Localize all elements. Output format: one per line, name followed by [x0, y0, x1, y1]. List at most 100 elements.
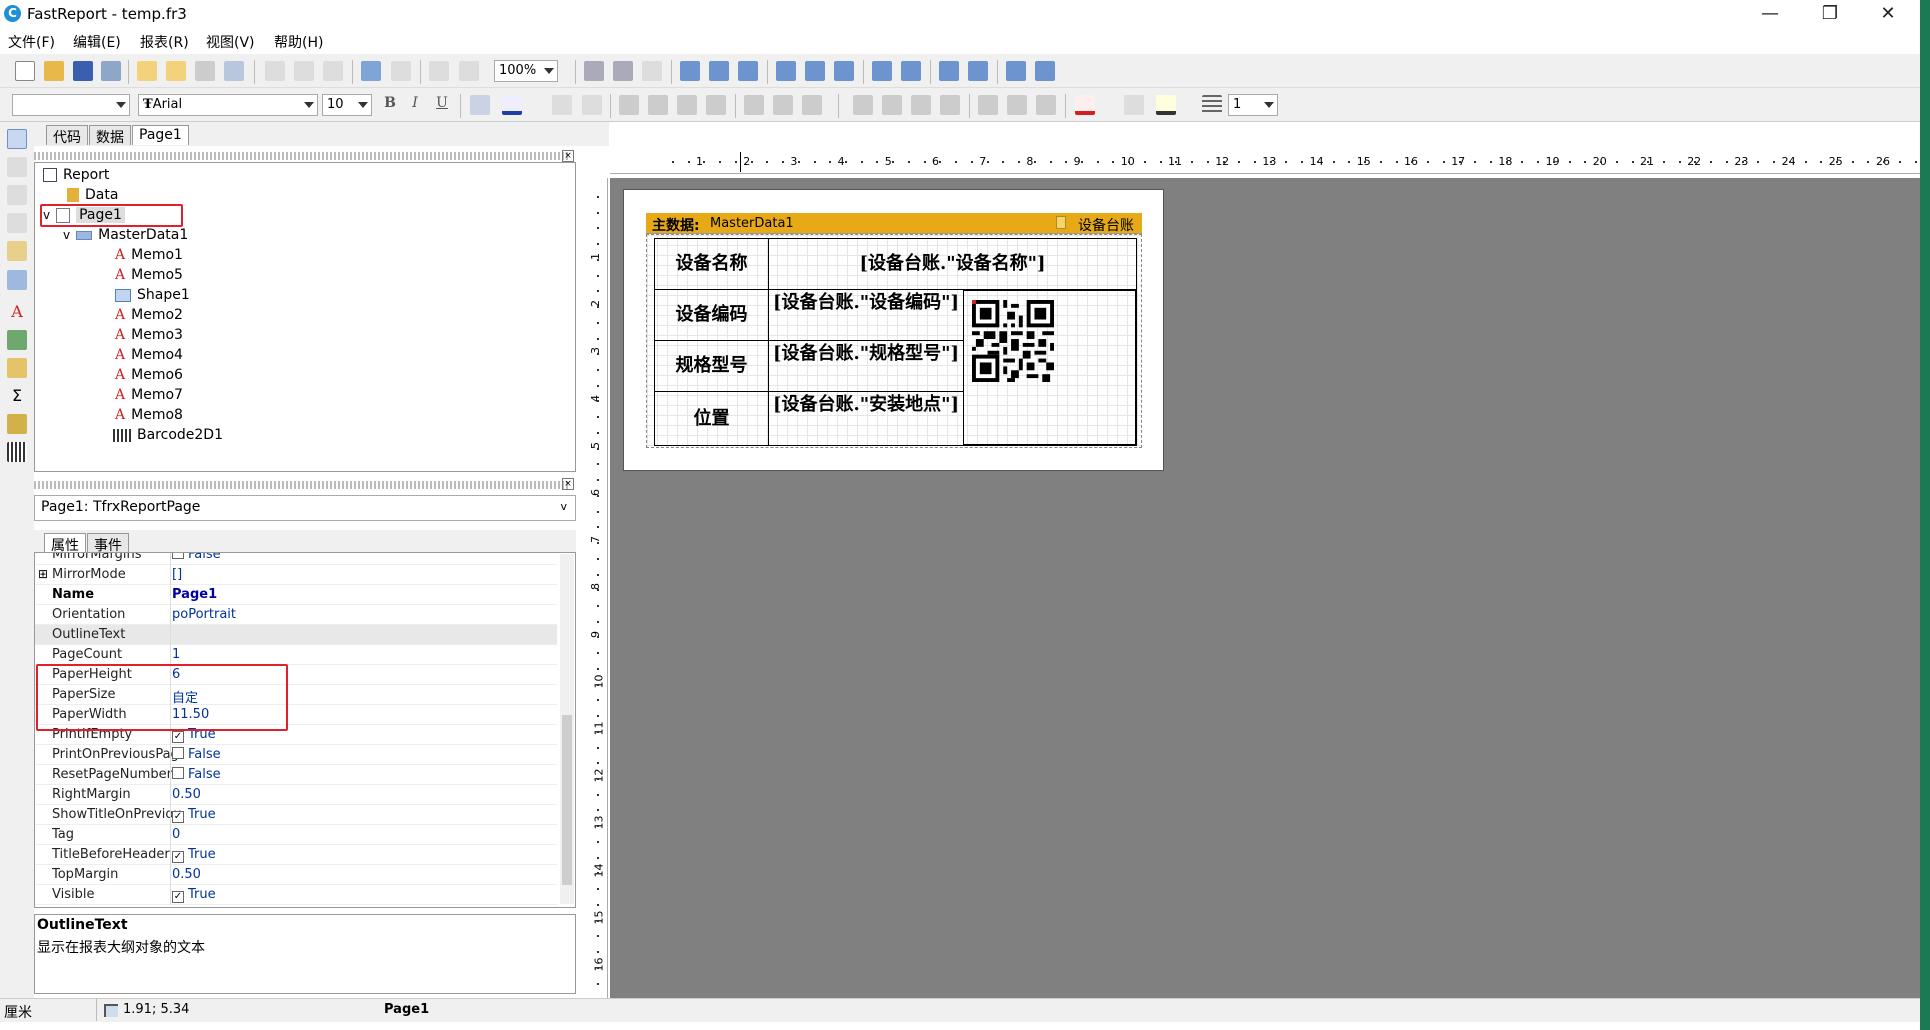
shadow-icon[interactable]	[1036, 95, 1056, 115]
menu-edit[interactable]: 编辑(E)	[73, 32, 121, 52]
property-row[interactable]: TopMargin 0.50	[35, 865, 557, 885]
checkbox-icon[interactable]	[172, 767, 184, 779]
property-value[interactable]: 1	[172, 647, 180, 662]
tree-node-data[interactable]: Data	[67, 187, 118, 203]
property-row[interactable]: Name Page1	[35, 585, 557, 605]
text-bottom-icon[interactable]	[802, 95, 822, 115]
align-left-icon[interactable]	[680, 61, 700, 81]
tab-code[interactable]: 代码	[46, 125, 88, 146]
text-middle-icon[interactable]	[773, 95, 793, 115]
property-scrollbar-thumb[interactable]	[562, 715, 572, 885]
masterdata-band-header[interactable]: 主数据: MasterData1 设备台账	[646, 213, 1142, 234]
tree-node-memo8[interactable]: A Memo8	[115, 407, 183, 423]
checkbox-checked-icon[interactable]: ✓	[172, 851, 184, 863]
font-size-select[interactable]: 10	[322, 94, 372, 116]
frame-left-icon[interactable]	[911, 95, 931, 115]
property-row[interactable]: ResetPageNumbers False	[35, 765, 557, 785]
band-tool-icon[interactable]	[7, 270, 27, 290]
fill-color-icon[interactable]	[1075, 95, 1095, 115]
text-top-icon[interactable]	[744, 95, 764, 115]
tree-node-memo5[interactable]: A Memo5	[115, 267, 183, 283]
property-row[interactable]: Tag 0	[35, 825, 557, 845]
align-bottom-icon[interactable]	[834, 61, 854, 81]
font-settings-icon[interactable]	[470, 95, 490, 115]
close-button[interactable]: ✕	[1858, 0, 1918, 28]
text-align-left-icon[interactable]	[619, 95, 639, 115]
tab-properties[interactable]: 属性	[44, 533, 86, 554]
checkbox-checked-icon[interactable]: ✓	[172, 811, 184, 823]
property-row[interactable]: OutlineText	[35, 625, 557, 645]
align-top-icon[interactable]	[776, 61, 796, 81]
property-value[interactable]: 0.50	[172, 787, 201, 802]
property-row[interactable]: Orientation poPortrait	[35, 605, 557, 625]
property-row[interactable]: TitleBeforeHeader ✓ True	[35, 845, 557, 865]
group-icon[interactable]	[429, 61, 449, 81]
menu-file[interactable]: 文件(F)	[8, 32, 55, 52]
tree-panel-grip[interactable]	[34, 152, 568, 160]
tree-node-memo1[interactable]: A Memo1	[115, 247, 183, 263]
shape-tool-icon[interactable]	[7, 414, 27, 434]
tab-page1[interactable]: Page1	[132, 125, 189, 145]
undo-icon[interactable]	[361, 61, 381, 81]
zoom-tool-icon[interactable]	[7, 185, 27, 205]
align-grid-icon[interactable]	[613, 61, 633, 81]
property-row[interactable]: ShowTitleOnPreviou ✓ True	[35, 805, 557, 825]
font-name-select[interactable]: ŦArial	[138, 94, 318, 116]
tree-close-icon[interactable]: ×	[562, 150, 574, 162]
underline-button[interactable]: U	[432, 95, 452, 115]
bold-button[interactable]: B	[380, 95, 400, 115]
sum-tool-icon[interactable]: Σ	[7, 386, 27, 406]
memo-name-label[interactable]: 设备名称	[654, 238, 769, 290]
tree-node-barcode[interactable]: Barcode2D1	[113, 427, 223, 443]
tree-node-memo2[interactable]: A Memo2	[115, 307, 183, 323]
tree-node-memo3[interactable]: A Memo3	[115, 327, 183, 343]
memo-loc-value[interactable]: [设备台账."安装地点"]	[768, 391, 964, 446]
property-value[interactable]: ✓ True	[172, 887, 216, 903]
property-row[interactable]: PrintOnPreviousPag False	[35, 745, 557, 765]
memo-tool-icon[interactable]: A	[7, 302, 27, 322]
highlight-icon[interactable]	[552, 95, 572, 115]
property-value[interactable]: []	[172, 567, 182, 582]
frame-width-select[interactable]: 1	[1228, 94, 1278, 116]
checkbox-checked-icon[interactable]: ✓	[172, 891, 184, 903]
menu-help[interactable]: 帮助(H)	[274, 32, 323, 52]
property-row[interactable]: MirrorMode ⊞ []	[35, 565, 557, 585]
checkbox-checked-icon[interactable]: ✓	[172, 731, 184, 743]
minimize-button[interactable]: —	[1740, 0, 1800, 28]
property-value[interactable]: 0.50	[172, 867, 201, 882]
space-vert-icon[interactable]	[901, 61, 921, 81]
tree-node-shape1[interactable]: Shape1	[115, 287, 190, 303]
memo-loc-label[interactable]: 位置	[654, 391, 769, 446]
align-center-icon[interactable]	[709, 61, 729, 81]
frame-top-icon[interactable]	[853, 95, 873, 115]
show-grid-icon[interactable]	[584, 61, 604, 81]
tab-events[interactable]: 事件	[87, 533, 129, 554]
style-select[interactable]	[12, 94, 130, 116]
maximize-button[interactable]: ❐	[1800, 0, 1860, 28]
format-copy-icon[interactable]	[7, 241, 27, 261]
frame-none-icon[interactable]	[1007, 95, 1027, 115]
memo-spec-value[interactable]: [设备台账."规格型号"]	[768, 340, 964, 392]
tree-node-memo6[interactable]: A Memo6	[115, 367, 183, 383]
inspector-close-icon[interactable]: ×	[562, 478, 574, 490]
memo-spec-label[interactable]: 规格型号	[654, 340, 769, 392]
inspector-grip[interactable]	[34, 481, 568, 489]
picture-tool-icon[interactable]	[7, 330, 27, 350]
property-value[interactable]: False	[172, 553, 221, 562]
tree-node-memo4[interactable]: A Memo4	[115, 347, 183, 363]
tree-node-memo7[interactable]: A Memo7	[115, 387, 183, 403]
text-tool-icon[interactable]	[7, 213, 27, 233]
property-value[interactable]: 0	[172, 827, 180, 842]
memo-name-value[interactable]: [设备台账."设备名称"]	[768, 238, 1137, 290]
text-align-center-icon[interactable]	[648, 95, 668, 115]
new-dialog-icon[interactable]	[166, 61, 186, 81]
frame-style-icon[interactable]	[1202, 95, 1222, 115]
copy-icon[interactable]	[294, 61, 314, 81]
same-height-icon[interactable]	[1035, 61, 1055, 81]
qr-code-barcode[interactable]	[972, 300, 1054, 382]
cut-icon[interactable]	[265, 61, 285, 81]
fit-grid-icon[interactable]	[642, 61, 662, 81]
property-row[interactable]: PageCount 1	[35, 645, 557, 665]
property-value[interactable]: poPortrait	[172, 607, 236, 622]
property-value[interactable]: ✓ True	[172, 807, 216, 823]
